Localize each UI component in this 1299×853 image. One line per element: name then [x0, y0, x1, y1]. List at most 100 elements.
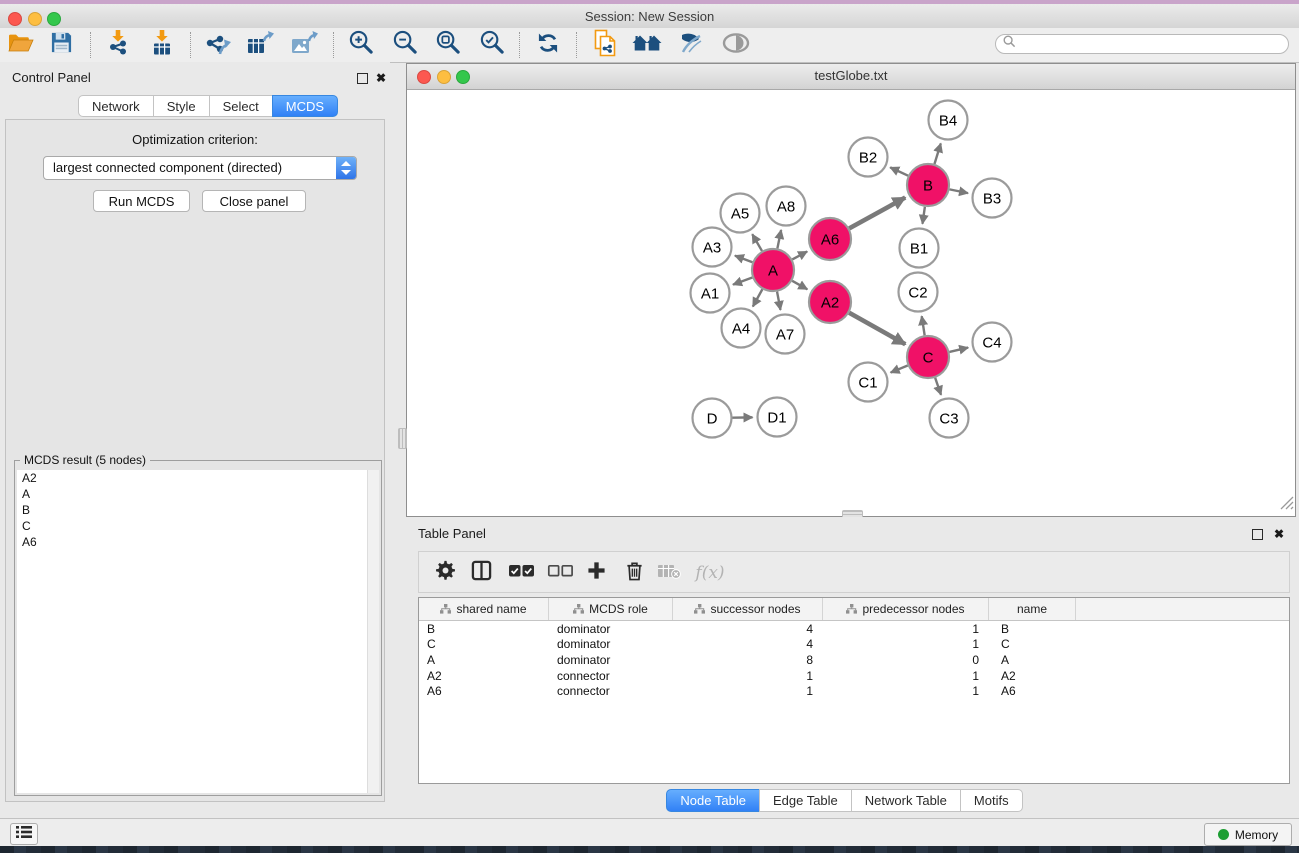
- zoom-in-button[interactable]: [346, 31, 376, 59]
- refresh-button[interactable]: [533, 31, 563, 59]
- save-session-button[interactable]: [46, 31, 76, 59]
- graph-edge-A6-B[interactable]: [849, 198, 905, 229]
- export-table-button[interactable]: [245, 31, 275, 59]
- scrollbar-track[interactable]: [367, 470, 379, 793]
- table-cell[interactable]: connector: [549, 669, 673, 683]
- table-cell[interactable]: A: [989, 653, 1076, 667]
- graph-node-A3[interactable]: A3: [693, 228, 732, 267]
- open-session-button[interactable]: [6, 31, 36, 59]
- float-panel-icon[interactable]: [1252, 529, 1263, 540]
- tab-style[interactable]: Style: [153, 95, 210, 117]
- table-cell[interactable]: dominator: [549, 622, 673, 636]
- deselect-all-button[interactable]: [544, 559, 576, 587]
- table-row[interactable]: A2connector11A2: [419, 668, 1289, 684]
- tab-motifs[interactable]: Motifs: [960, 789, 1023, 812]
- column-header-successor-nodes[interactable]: successor nodes: [673, 598, 823, 620]
- graph-node-D[interactable]: D: [693, 399, 732, 438]
- search-input[interactable]: [1020, 35, 1288, 53]
- graph-node-C4[interactable]: C4: [973, 323, 1012, 362]
- birds-eye-button[interactable]: [721, 31, 751, 59]
- column-header-name[interactable]: name: [989, 598, 1076, 620]
- table-row[interactable]: Cdominator41C: [419, 637, 1289, 653]
- panel-divider-gripper[interactable]: [398, 428, 407, 449]
- home-button[interactable]: [632, 31, 662, 59]
- mcds-result-item[interactable]: B: [17, 502, 379, 518]
- graph-edge-B-B2[interactable]: [890, 167, 908, 175]
- mcds-result-item[interactable]: A: [17, 486, 379, 502]
- graph-node-B1[interactable]: B1: [900, 229, 939, 268]
- tab-network-table[interactable]: Network Table: [851, 789, 961, 812]
- hide-details-button[interactable]: [676, 31, 706, 59]
- table-cell[interactable]: A2: [989, 669, 1076, 683]
- column-header-predecessor-nodes[interactable]: predecessor nodes: [823, 598, 989, 620]
- graph-edge-B-B3[interactable]: [950, 189, 968, 193]
- tab-mcds[interactable]: MCDS: [272, 95, 338, 117]
- graph-edge-A-A8[interactable]: [777, 230, 781, 248]
- table-cell[interactable]: 1: [823, 669, 989, 683]
- graph-node-B[interactable]: B: [907, 164, 949, 206]
- table-cell[interactable]: A6: [989, 684, 1076, 698]
- network-graph[interactable]: B4B2BB3A8A5A6B1A3AA1C2A2A4A7C4CC1C3DD1: [407, 89, 1295, 516]
- delete-column-button[interactable]: [620, 559, 648, 587]
- export-image-button[interactable]: [289, 31, 319, 59]
- graph-edge-B-B4[interactable]: [934, 143, 940, 164]
- graph-edge-A2-C[interactable]: [849, 313, 905, 345]
- graph-node-B3[interactable]: B3: [973, 179, 1012, 218]
- graph-node-D1[interactable]: D1: [758, 398, 797, 437]
- export-network-button[interactable]: [202, 31, 232, 59]
- close-panel-icon[interactable]: ✖: [1274, 528, 1284, 540]
- graph-node-A8[interactable]: A8: [767, 187, 806, 226]
- graph-edge-A-A2[interactable]: [792, 281, 807, 290]
- delete-table-button[interactable]: [655, 559, 683, 587]
- criterion-select[interactable]: largest connected component (directed): [43, 156, 357, 180]
- table-cell[interactable]: 1: [823, 622, 989, 636]
- graph-node-A1[interactable]: A1: [691, 274, 730, 313]
- column-header-shared-name[interactable]: shared name: [419, 598, 549, 620]
- table-cell[interactable]: 0: [823, 653, 989, 667]
- mcds-result-item[interactable]: C: [17, 518, 379, 534]
- function-builder-button[interactable]: f(x): [691, 559, 729, 587]
- graph-node-C1[interactable]: C1: [849, 363, 888, 402]
- run-mcds-button[interactable]: Run MCDS: [93, 190, 190, 212]
- table-cell[interactable]: 1: [823, 637, 989, 651]
- import-table-button[interactable]: [147, 31, 177, 59]
- mcds-result-list[interactable]: A2ABCA6: [17, 470, 379, 793]
- column-header-mcds-role[interactable]: MCDS role: [549, 598, 673, 620]
- table-cell[interactable]: C: [419, 637, 549, 651]
- graph-edge-A-A5[interactable]: [752, 234, 762, 251]
- network-copy-button[interactable]: [590, 31, 620, 59]
- table-cell[interactable]: connector: [549, 684, 673, 698]
- memory-button[interactable]: Memory: [1204, 823, 1292, 846]
- graph-edge-C-C3[interactable]: [935, 378, 941, 395]
- select-all-button[interactable]: [505, 559, 537, 587]
- tab-edge-table[interactable]: Edge Table: [759, 789, 852, 812]
- table-cell[interactable]: 4: [673, 622, 823, 636]
- resize-corner-icon[interactable]: [1280, 496, 1294, 515]
- table-cell[interactable]: A2: [419, 669, 549, 683]
- graph-node-C3[interactable]: C3: [930, 399, 969, 438]
- import-network-button[interactable]: [103, 31, 133, 59]
- graph-edge-C-C2[interactable]: [922, 316, 925, 335]
- mcds-result-item[interactable]: A2: [17, 470, 379, 486]
- zoom-fit-button[interactable]: [433, 31, 463, 59]
- table-cell[interactable]: 1: [673, 669, 823, 683]
- table-row[interactable]: Bdominator41B: [419, 621, 1289, 637]
- task-history-button[interactable]: [10, 823, 38, 845]
- graph-node-A7[interactable]: A7: [766, 315, 805, 354]
- table-cell[interactable]: dominator: [549, 637, 673, 651]
- mcds-result-item[interactable]: A6: [17, 534, 379, 550]
- zoom-out-button[interactable]: [390, 31, 420, 59]
- table-settings-button[interactable]: [431, 559, 459, 587]
- graph-node-A6[interactable]: A6: [809, 218, 851, 260]
- graph-node-C[interactable]: C: [907, 336, 949, 378]
- table-cell[interactable]: A6: [419, 684, 549, 698]
- graph-node-A[interactable]: A: [752, 249, 794, 291]
- zoom-selected-button[interactable]: [477, 31, 507, 59]
- tab-select[interactable]: Select: [209, 95, 273, 117]
- graph-edge-A-A7[interactable]: [777, 292, 780, 310]
- graph-edge-C-C1[interactable]: [891, 365, 908, 372]
- graph-edge-C-C4[interactable]: [949, 348, 968, 352]
- tab-network[interactable]: Network: [78, 95, 154, 117]
- tab-node-table[interactable]: Node Table: [666, 789, 760, 812]
- show-columns-button[interactable]: [467, 559, 495, 587]
